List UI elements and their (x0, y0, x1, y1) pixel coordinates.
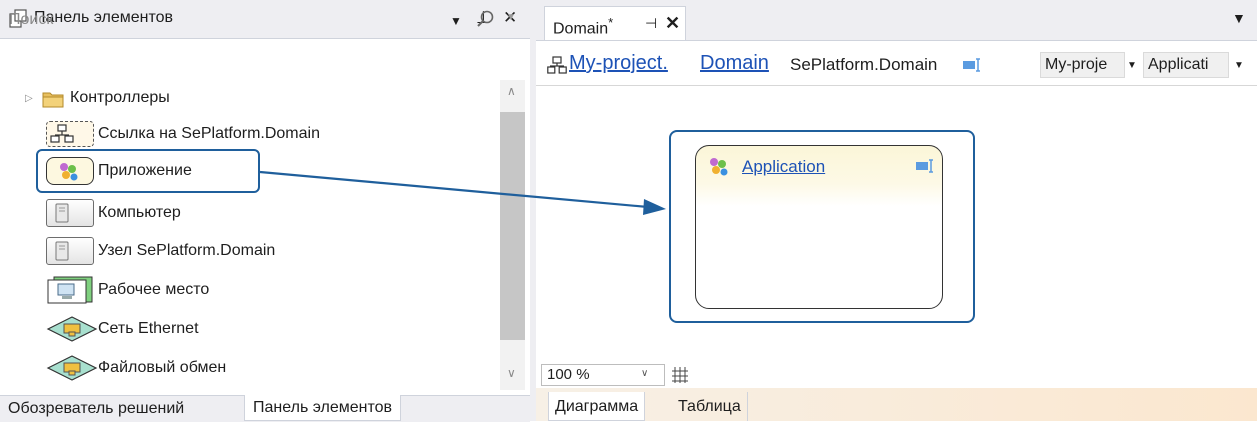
tab-table[interactable]: Таблица (672, 392, 748, 421)
workstation-icon (46, 276, 94, 304)
chevron-down-icon[interactable]: ▼ (1234, 60, 1244, 71)
application-icon (706, 155, 732, 177)
select-element-icon[interactable] (962, 58, 982, 72)
network-icon (46, 315, 98, 343)
document-menu-icon[interactable]: ▼ (1232, 10, 1246, 26)
element-combo-value: Applicati (1148, 56, 1209, 73)
element-combo[interactable]: Applicati (1143, 52, 1229, 78)
chevron-down-icon[interactable]: ▼ (1127, 60, 1137, 71)
project-combo-value: My-proje (1045, 56, 1108, 73)
select-element-icon[interactable] (915, 159, 935, 173)
grid-icon[interactable] (670, 365, 690, 385)
zoom-value: 100 % (547, 366, 590, 383)
application-shape-title[interactable]: Application (742, 157, 825, 177)
node-icon (46, 237, 94, 265)
tab-solution-explorer[interactable]: Обозреватель решений (0, 396, 192, 422)
scroll-down-icon[interactable]: ∨ (507, 366, 516, 380)
toolbox-item-node[interactable]: Узел SePlatform.Domain (98, 242, 275, 260)
toolbox-item-ethernet[interactable]: Сеть Ethernet (98, 320, 199, 338)
drag-arrow (0, 0, 700, 230)
chevron-down-icon[interactable]: ∨ (641, 368, 648, 379)
breadcrumb-current: SePlatform.Domain (790, 55, 938, 74)
project-combo[interactable]: My-proje (1040, 52, 1125, 78)
toolbox-item-workstation[interactable]: Рабочее место (98, 281, 209, 299)
file-exchange-icon (46, 354, 98, 382)
breadcrumb-domain-link[interactable]: Domain (700, 52, 769, 75)
tab-toolbox[interactable]: Панель элементов (244, 395, 402, 421)
toolbox-item-file-exchange[interactable]: Файловый обмен (98, 359, 226, 377)
tab-diagram[interactable]: Диаграмма (548, 392, 646, 421)
